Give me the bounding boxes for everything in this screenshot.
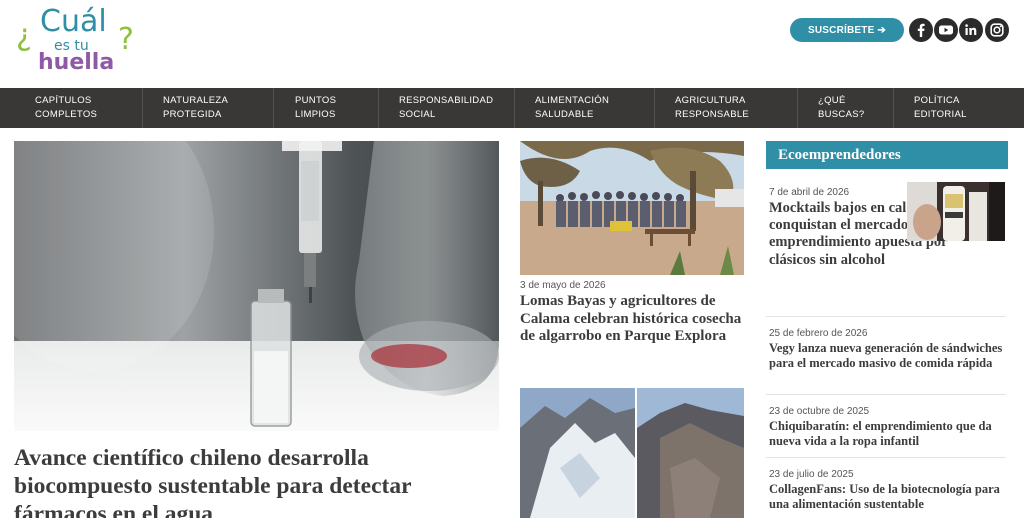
nav-label-line2: SOCIAL — [399, 109, 436, 120]
nav-item-capitulos[interactable]: CAPÍTULOS COMPLETOS — [0, 88, 143, 128]
nav-item-que-buscas[interactable]: ¿QUÉ BUSCAS? — [798, 88, 894, 128]
nav-label-line2: PROTEGIDA — [163, 109, 222, 120]
sidebar-item-date: 23 de julio de 2025 — [769, 469, 854, 480]
facebook-icon[interactable] — [909, 18, 933, 42]
nav-item-puntos-limpios[interactable]: PUNTOS LIMPIOS — [274, 88, 379, 128]
nav-label-line1: NATURALEZA — [163, 95, 229, 106]
nav-label-line2: BUSCAS? — [818, 109, 865, 120]
sidebar-item-date: 7 de abril de 2026 — [769, 187, 850, 198]
sidebar-divider — [766, 394, 1006, 395]
article-date: 3 de mayo de 2026 — [520, 280, 606, 291]
nav-label-line2: SALUDABLE — [535, 109, 594, 120]
instagram-icon[interactable] — [985, 18, 1009, 42]
sidebar-item-date: 25 de febrero de 2026 — [769, 328, 868, 339]
nav-item-naturaleza[interactable]: NATURALEZA PROTEGIDA — [143, 88, 274, 128]
nav-item-politica[interactable]: POLÍTICA EDITORIAL — [894, 88, 1024, 128]
featured-article-image[interactable] — [14, 141, 499, 431]
nav-label-line1: POLÍTICA — [914, 95, 960, 106]
nav-item-responsabilidad[interactable]: RESPONSABILIDAD SOCIAL — [379, 88, 515, 128]
sidebar-item-title[interactable]: Vegy lanza nueva generación de sándwiche… — [769, 341, 1007, 371]
logo-question-close: ? — [118, 22, 134, 57]
nav-label-line1: CAPÍTULOS — [35, 95, 92, 106]
nav-label-line1: PUNTOS — [295, 95, 337, 106]
nav-label-line2: EDITORIAL — [914, 109, 967, 120]
article-image-glaciers[interactable] — [520, 388, 744, 518]
subscribe-button[interactable]: SUSCRÍBETE ➔ — [790, 18, 904, 42]
featured-article-title[interactable]: Avance científico chileno desarrolla bio… — [14, 444, 494, 518]
nav-item-alimentacion[interactable]: ALIMENTACIÓN SALUDABLE — [515, 88, 655, 128]
main-nav: CAPÍTULOS COMPLETOS NATURALEZA PROTEGIDA P… — [0, 88, 1024, 128]
site-header: ¿ Cuál es tu huella ? SUSCRÍBETE ➔ — [0, 0, 1024, 88]
logo-word-huella: huella — [38, 50, 115, 75]
article-title-algarrobo[interactable]: Lomas Bayas y agricultores de Calama cel… — [520, 293, 744, 346]
logo-word-cual: Cuál — [40, 4, 107, 39]
nav-label-line2: LIMPIOS — [295, 109, 336, 120]
sidebar-divider — [766, 316, 1006, 317]
sidebar-item-title[interactable]: CollagenFans: Uso de la biotecnología pa… — [769, 482, 1001, 512]
site-logo[interactable]: ¿ Cuál es tu huella ? — [14, 4, 144, 80]
youtube-icon[interactable] — [934, 18, 958, 42]
nav-label-line2: RESPONSABLE — [675, 109, 750, 120]
sidebar-divider — [766, 457, 1006, 458]
nav-label-line2: COMPLETOS — [35, 109, 98, 120]
sidebar-item-thumbnail[interactable] — [907, 182, 1005, 241]
sidebar-item-title[interactable]: Chiquibaratín: el emprendimiento que da … — [769, 419, 1009, 449]
nav-label-line1: ALIMENTACIÓN — [535, 95, 610, 106]
nav-label-line1: RESPONSABILIDAD — [399, 95, 494, 106]
nav-item-agricultura[interactable]: AGRICULTURA RESPONSABLE — [655, 88, 798, 128]
sidebar-item-date: 23 de octubre de 2025 — [769, 406, 870, 417]
ecoemprendedores-heading[interactable]: Ecoemprendedores — [766, 141, 1008, 169]
nav-label-line1: ¿QUÉ — [818, 95, 846, 106]
nav-label-line1: AGRICULTURA — [675, 95, 746, 106]
linkedin-icon[interactable] — [959, 18, 983, 42]
article-image-algarrobo[interactable] — [520, 141, 744, 275]
logo-question-open: ¿ — [16, 18, 32, 53]
